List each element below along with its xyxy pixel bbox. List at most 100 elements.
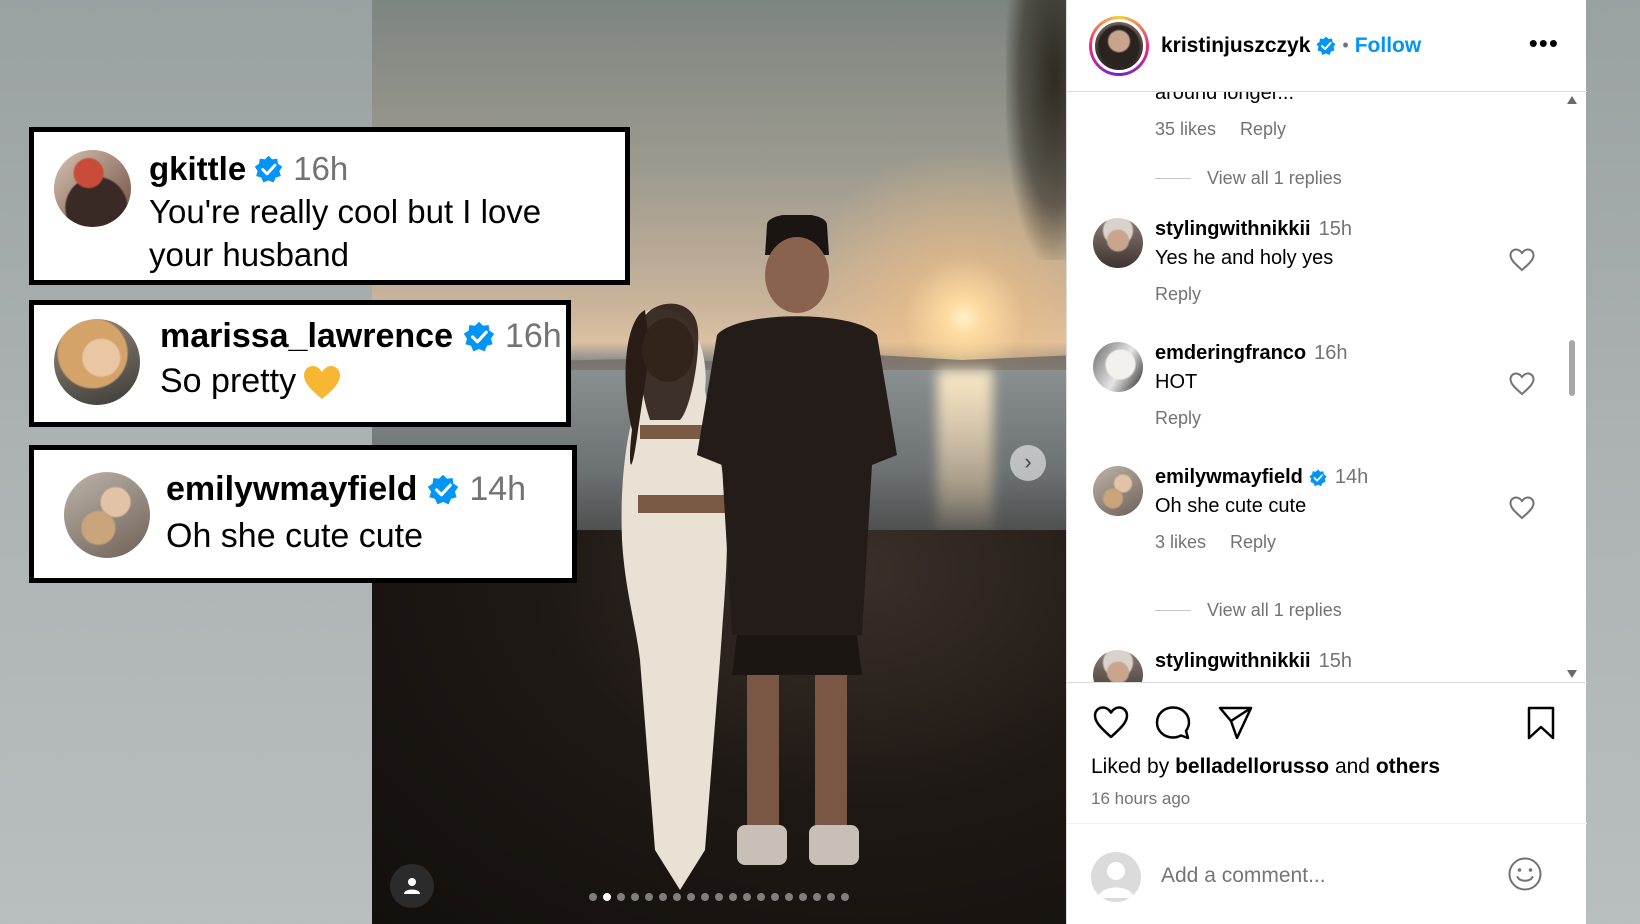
avatar[interactable] (1093, 218, 1143, 268)
yellow-heart-icon (304, 366, 341, 400)
author-username[interactable]: kristinjuszczyk (1161, 34, 1310, 58)
like-heart-icon[interactable] (1093, 705, 1129, 741)
post-header: kristinjuszczyk • Follow ••• (1067, 0, 1587, 92)
carousel-dot (617, 893, 625, 901)
more-options-button[interactable]: ••• (1529, 30, 1559, 56)
liked-by-prefix: Liked by (1091, 755, 1170, 778)
comment-meta: Reply (1155, 408, 1225, 429)
comment-username: gkittle (149, 150, 247, 187)
avatar (1091, 852, 1141, 902)
comment-time: 14h (1334, 466, 1369, 488)
carousel-indicator (372, 893, 1066, 903)
verified-badge-icon (1316, 36, 1336, 55)
comment-time: 16h (1314, 342, 1348, 364)
scroll-up-arrow-icon (1567, 96, 1577, 104)
add-comment-row (1067, 823, 1587, 924)
photo-tree (1006, 0, 1066, 260)
scroll-down-arrow-icon (1567, 670, 1577, 678)
liked-by-and: and (1334, 755, 1370, 778)
next-slide-button[interactable]: › (1010, 445, 1046, 481)
overlay-comment-card: emilywmayfield 14h Oh she cute cute (29, 445, 577, 583)
reply-button[interactable]: Reply (1230, 532, 1276, 552)
screenshot-stage: › gkittle 16h You're really cool but I l… (0, 0, 1640, 924)
comment-likes[interactable]: 3 likes (1155, 532, 1206, 552)
carousel-dot (827, 893, 835, 901)
comments-scrollbar[interactable] (1566, 92, 1578, 682)
avatar[interactable] (1093, 466, 1143, 516)
liked-by-user[interactable]: belladellorusso (1175, 755, 1329, 778)
view-replies-button[interactable]: View all 1 replies (1155, 168, 1342, 189)
carousel-dot (771, 893, 779, 901)
comment-username[interactable]: emderingfranco (1155, 342, 1306, 365)
carousel-dot (785, 893, 793, 901)
verified-badge-icon (254, 155, 283, 183)
verified-badge-icon (1309, 468, 1327, 486)
avatar (54, 150, 131, 227)
avatar (54, 319, 140, 405)
divider (1155, 610, 1191, 611)
comment-time: 14h (469, 470, 527, 508)
carousel-dot (813, 893, 821, 901)
liked-by-others[interactable]: others (1376, 755, 1440, 778)
comment-likes[interactable]: 35 likes (1155, 119, 1216, 139)
comment-time: 15h (1318, 650, 1352, 672)
avatar (1092, 18, 1146, 73)
comment-text-row: So pretty (160, 358, 562, 404)
comment-header: emilywmayfield 14h (1155, 466, 1368, 489)
comment-text: Oh she cute cute (166, 517, 424, 555)
carousel-dot (701, 893, 709, 901)
comment-item: emilywmayfield 14h Oh she cute cute 3 li… (1093, 466, 1563, 566)
comment-username[interactable]: stylingwithnikkii (1155, 218, 1311, 241)
comment-text: HOT (1155, 371, 1198, 393)
comment-username: marissa_lawrence (160, 317, 453, 355)
emoji-smiley-icon[interactable] (1507, 856, 1543, 892)
comment-header: emderingfranco 16h (1155, 342, 1348, 365)
share-paper-plane-icon[interactable] (1217, 705, 1253, 741)
carousel-dot (799, 893, 807, 901)
avatar[interactable] (1093, 342, 1143, 392)
like-heart-icon[interactable] (1509, 372, 1535, 396)
carousel-dot (645, 893, 653, 901)
verified-badge-icon (428, 474, 459, 504)
reply-button[interactable]: Reply (1155, 284, 1201, 304)
comment-bubble-icon[interactable] (1155, 705, 1191, 741)
avatar[interactable] (1093, 650, 1143, 682)
scrollbar-thumb (1569, 340, 1575, 396)
comment-username[interactable]: stylingwithnikkii (1155, 650, 1311, 673)
overlay-comment-card: gkittle 16h You're really cool but I lov… (29, 127, 630, 285)
comment-meta: 3 likes Reply (1155, 532, 1300, 553)
like-heart-icon[interactable] (1509, 248, 1535, 272)
follow-button[interactable]: Follow (1355, 34, 1422, 58)
comment-meta: 35 likes Reply (1155, 119, 1310, 140)
default-avatar-icon (1098, 862, 1134, 898)
view-replies-button[interactable]: View all 1 replies (1155, 600, 1342, 621)
author-avatar-ring[interactable] (1089, 15, 1149, 76)
comment-item: stylingwithnikkii 15h (1093, 650, 1563, 682)
carousel-dot (743, 893, 751, 901)
add-comment-input[interactable] (1161, 864, 1481, 888)
view-replies-label: View all 1 replies (1207, 600, 1342, 620)
carousel-dot (715, 893, 723, 901)
carousel-dot (757, 893, 765, 901)
comment-item: emderingfranco 16h HOT Reply (1093, 342, 1563, 442)
comment-text: You're really cool but I love your husba… (149, 193, 542, 273)
verified-badge-icon (463, 321, 495, 351)
reply-button[interactable]: Reply (1240, 119, 1286, 139)
carousel-dot (673, 893, 681, 901)
carousel-dot (841, 893, 849, 901)
post-side-panel: kristinjuszczyk • Follow ••• around long… (1066, 0, 1587, 924)
bookmark-icon[interactable] (1523, 705, 1559, 741)
comment-username[interactable]: emilywmayfield (1155, 466, 1303, 489)
post-time-ago: 16 hours ago (1091, 789, 1191, 808)
overlay-comment-card: marissa_lawrence 16h So pretty (29, 300, 571, 427)
comment-text: Yes he and holy yes (1155, 247, 1334, 269)
reply-button[interactable]: Reply (1155, 408, 1201, 428)
separator-dot: • (1342, 35, 1349, 55)
comment-header: stylingwithnikkii 15h (1155, 218, 1352, 241)
like-heart-icon[interactable] (1509, 496, 1535, 520)
comment-username: emilywmayfield (166, 470, 418, 508)
comment-time: 16h (293, 150, 349, 187)
carousel-dot (603, 893, 611, 901)
comment-time: 15h (1318, 218, 1352, 240)
comments-list[interactable]: around longer... 35 likes Reply View all … (1067, 92, 1587, 682)
